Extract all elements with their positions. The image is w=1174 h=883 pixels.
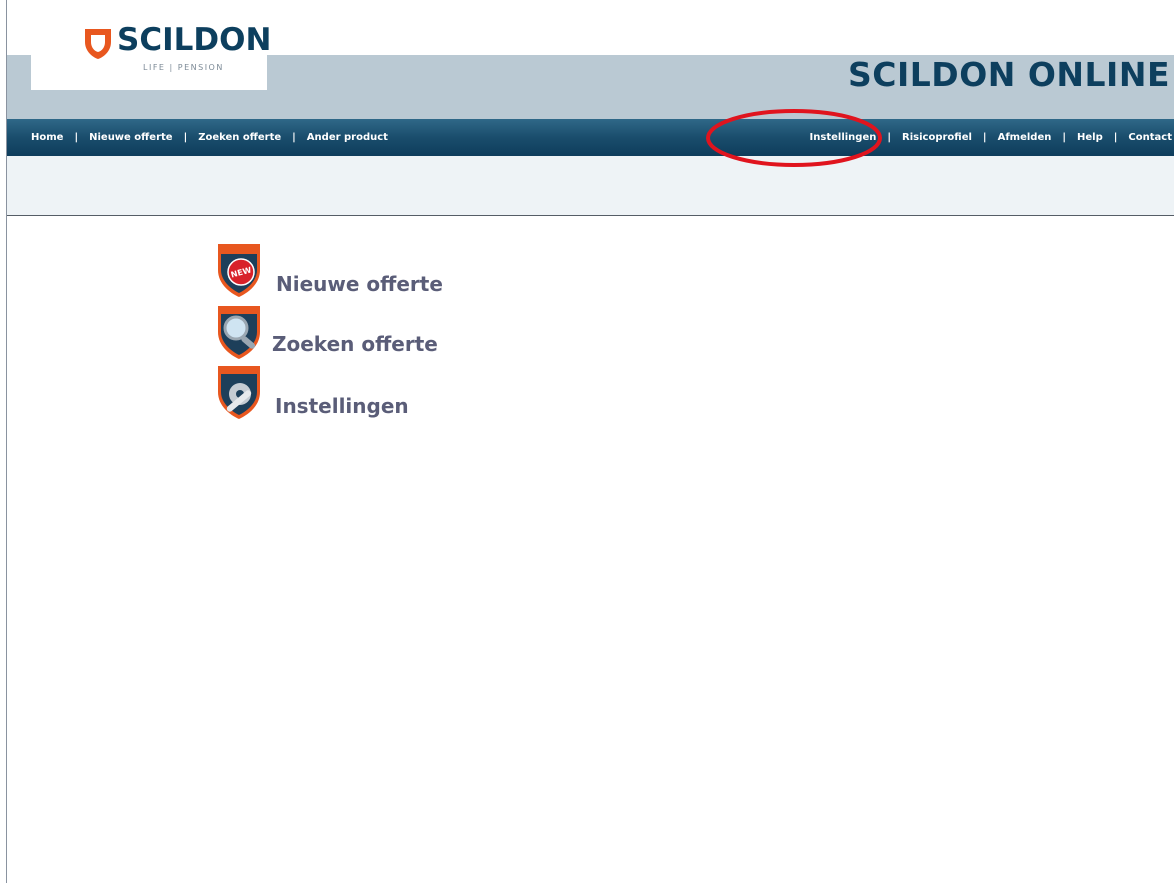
- nav-zoeken-offerte[interactable]: Zoeken offerte: [198, 132, 281, 143]
- action-instellingen[interactable]: Instellingen: [214, 364, 409, 420]
- nav-separator: |: [292, 132, 296, 143]
- nav-separator: |: [982, 132, 987, 143]
- shield-logo-icon: [85, 29, 111, 59]
- logo-name: SCILDON: [117, 22, 272, 58]
- action-nieuwe-offerte[interactable]: NEW Nieuwe offerte: [214, 242, 443, 298]
- sub-header-bar: [7, 156, 1174, 216]
- nav-separator: |: [74, 132, 79, 143]
- action-zoeken-offerte[interactable]: Zoeken offerte: [214, 304, 438, 360]
- nav-afmelden[interactable]: Afmelden: [998, 132, 1052, 143]
- nav-separator: |: [887, 132, 892, 143]
- main-navbar: Home | Nieuwe offerte | Zoeken offerte |…: [7, 119, 1174, 156]
- site-title: SCILDON ONLINE: [848, 55, 1170, 94]
- action-label[interactable]: Nieuwe offerte: [276, 272, 443, 296]
- action-label[interactable]: Instellingen: [275, 394, 409, 418]
- nav-left-group: Home | Nieuwe offerte | Zoeken offerte |…: [31, 119, 388, 156]
- nav-risicoprofiel[interactable]: Risicoprofiel: [902, 132, 972, 143]
- new-shield-icon: NEW: [218, 244, 260, 297]
- nav-nieuwe-offerte[interactable]: Nieuwe offerte: [89, 132, 172, 143]
- brand-logo[interactable]: SCILDON LIFE | PENSION: [31, 0, 271, 90]
- nav-separator: |: [1062, 132, 1067, 143]
- nav-ander-product[interactable]: Ander product: [307, 132, 388, 143]
- nav-separator: |: [183, 132, 188, 143]
- action-label[interactable]: Zoeken offerte: [272, 332, 438, 356]
- nav-contact[interactable]: Contact: [1128, 132, 1172, 143]
- logo-tagline: LIFE | PENSION: [143, 63, 224, 72]
- nav-help[interactable]: Help: [1077, 132, 1103, 143]
- nav-separator: |: [1113, 132, 1118, 143]
- highlight-annotation: [706, 109, 882, 167]
- magnifier-shield-icon: [218, 306, 260, 359]
- nav-home[interactable]: Home: [31, 132, 63, 143]
- tools-shield-icon: [218, 366, 260, 419]
